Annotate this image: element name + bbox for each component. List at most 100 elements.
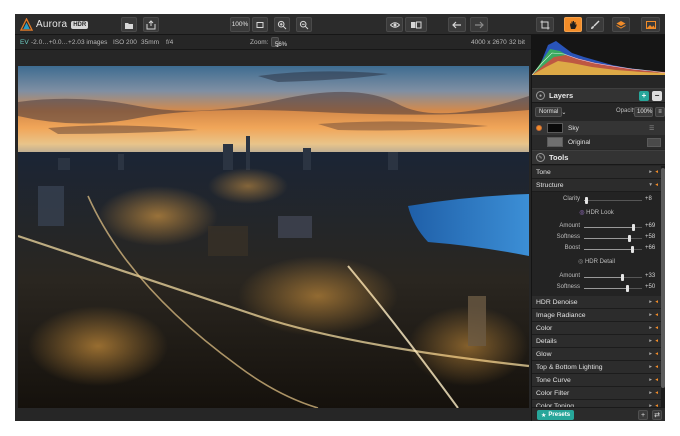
slider-knob[interactable]: [628, 235, 632, 242]
add-preset-button[interactable]: +: [638, 410, 648, 420]
slider-value: +8: [645, 196, 652, 202]
compare-icon: [411, 21, 422, 28]
refresh-icon[interactable]: ⇄: [652, 410, 662, 420]
scrollbar-thumb[interactable]: [661, 168, 665, 388]
zoom-100-button[interactable]: 100%: [230, 17, 250, 32]
redo-button[interactable]: [470, 17, 488, 32]
tool-color-filter[interactable]: Color Filter ▸ ◂: [532, 387, 661, 400]
favorite-icon[interactable]: ◂: [655, 364, 658, 370]
right-panel: ● Layers + − Normal ⌄ Opacity: 100% ≡ Sk…: [531, 35, 665, 421]
zoom-label: Zoom:: [250, 39, 269, 46]
top-toolbar: Aurora HDR 100%: [15, 14, 665, 35]
slider-track[interactable]: [584, 197, 642, 204]
favorite-icon[interactable]: ◂: [655, 169, 658, 175]
favorite-icon[interactable]: ◂: [655, 351, 658, 357]
slider-value: +66: [645, 245, 656, 251]
tool-label: Tone: [536, 169, 551, 176]
opacity-value: 100%: [637, 109, 653, 115]
slider-track[interactable]: [584, 274, 642, 281]
image-panel-button[interactable]: [641, 17, 660, 32]
zoom-out-icon: [299, 20, 309, 29]
menu-icon: ≡: [658, 109, 662, 115]
layers-panel-button[interactable]: [612, 17, 630, 32]
tool-details[interactable]: Details ▸ ◂: [532, 335, 661, 348]
layer-item-original[interactable]: Original: [532, 135, 665, 149]
brush-icon: [591, 20, 600, 29]
tools-header: ✎ Tools: [532, 150, 665, 165]
slider-knob[interactable]: [631, 224, 635, 231]
slider-track[interactable]: [584, 224, 642, 231]
tool-tone[interactable]: Tone ▸ ◂: [532, 166, 661, 179]
layer-item-sky[interactable]: Sky ☰: [532, 121, 665, 135]
layer-menu-button[interactable]: ≡: [655, 107, 665, 117]
slider-label: Clarity: [562, 196, 580, 202]
hand-tool-button[interactable]: [564, 17, 582, 32]
star-icon: ★: [541, 412, 547, 419]
tool-image-radiance[interactable]: Image Radiance ▸ ◂: [532, 309, 661, 322]
fit-screen-button[interactable]: [252, 17, 268, 32]
layers-section-icon: ●: [536, 91, 545, 100]
layer-options-row: Normal ⌄ Opacity: 100% ≡: [532, 106, 665, 118]
tool-hdr-denoise[interactable]: HDR Denoise ▸ ◂: [532, 296, 661, 309]
presets-button[interactable]: ★ Presets: [537, 410, 575, 420]
layer-visibility-icon[interactable]: [536, 125, 542, 131]
app-logo: Aurora HDR: [20, 17, 89, 32]
layer-mask-icon[interactable]: ☰: [649, 125, 654, 132]
folder-icon: [125, 22, 133, 29]
slider-value: +33: [645, 273, 656, 279]
favorite-icon[interactable]: ◂: [655, 338, 658, 344]
tool-glow[interactable]: Glow ▸ ◂: [532, 348, 661, 361]
blend-mode-select[interactable]: Normal ⌄: [535, 107, 566, 117]
slider-track[interactable]: [584, 285, 642, 292]
slider-knob[interactable]: [626, 285, 629, 292]
tool-label: Color Filter: [536, 390, 570, 397]
opacity-select[interactable]: 100%: [634, 107, 653, 117]
clarity-slider[interactable]: Clarity +8: [532, 195, 661, 205]
hdr-detail-amount-slider[interactable]: Amount +33: [532, 272, 661, 282]
hdr-look-boost-slider[interactable]: Boost +66: [532, 244, 661, 254]
open-button[interactable]: [121, 17, 137, 32]
export-button[interactable]: [143, 17, 159, 32]
tool-top-bottom-lighting[interactable]: Top & Bottom Lighting ▸ ◂: [532, 361, 661, 374]
panel-bottom-bar: ★ Presets + ⇄: [532, 407, 665, 421]
fit-screen-icon: [256, 21, 264, 28]
slider-knob[interactable]: [630, 246, 634, 253]
remove-layer-button[interactable]: −: [652, 91, 662, 101]
tool-color[interactable]: Color ▸ ◂: [532, 322, 661, 335]
zoom-in-button[interactable]: [274, 17, 290, 32]
slider-knob[interactable]: [584, 197, 588, 204]
tool-tone-curve[interactable]: Tone Curve ▸ ◂: [532, 374, 661, 387]
favorite-icon[interactable]: ◂: [655, 312, 658, 318]
app-edition-badge: HDR: [71, 20, 89, 29]
brush-tool-button[interactable]: [586, 17, 604, 32]
compare-button[interactable]: [405, 17, 427, 32]
zoom-select[interactable]: 56% ⌄: [271, 37, 287, 49]
tool-structure[interactable]: Structure ▾ ◂: [532, 179, 661, 192]
hand-icon: [570, 20, 577, 29]
favorite-icon[interactable]: ◂: [655, 182, 658, 188]
chevron-right-icon: ▸: [649, 312, 652, 318]
slider-track[interactable]: [584, 246, 642, 253]
favorite-icon[interactable]: ◂: [655, 325, 658, 331]
undo-button[interactable]: [448, 17, 466, 32]
add-layer-button[interactable]: +: [639, 91, 649, 101]
hdr-detail-softness-slider[interactable]: Softness +50: [532, 283, 661, 293]
crop-tool-button[interactable]: [536, 17, 554, 32]
slider-track[interactable]: [584, 235, 642, 242]
tool-label: Color: [536, 325, 553, 332]
slider-knob[interactable]: [620, 274, 624, 281]
chevron-right-icon: ▸: [649, 351, 652, 357]
zoom-out-button[interactable]: [296, 17, 312, 32]
tools-scrollbar[interactable]: [661, 166, 665, 407]
favorite-icon[interactable]: ◂: [655, 377, 658, 383]
preview-button[interactable]: [386, 17, 403, 32]
favorite-icon[interactable]: ◂: [655, 299, 658, 305]
slider-label: Amount: [559, 273, 580, 279]
image-canvas[interactable]: [15, 50, 531, 421]
city-photo[interactable]: [18, 66, 529, 408]
tools-section-icon: ✎: [536, 153, 545, 162]
undo-icon: [452, 21, 461, 28]
hdr-look-softness-slider[interactable]: Softness +58: [532, 233, 661, 243]
favorite-icon[interactable]: ◂: [655, 390, 658, 396]
hdr-look-amount-slider[interactable]: Amount +69: [532, 222, 661, 232]
